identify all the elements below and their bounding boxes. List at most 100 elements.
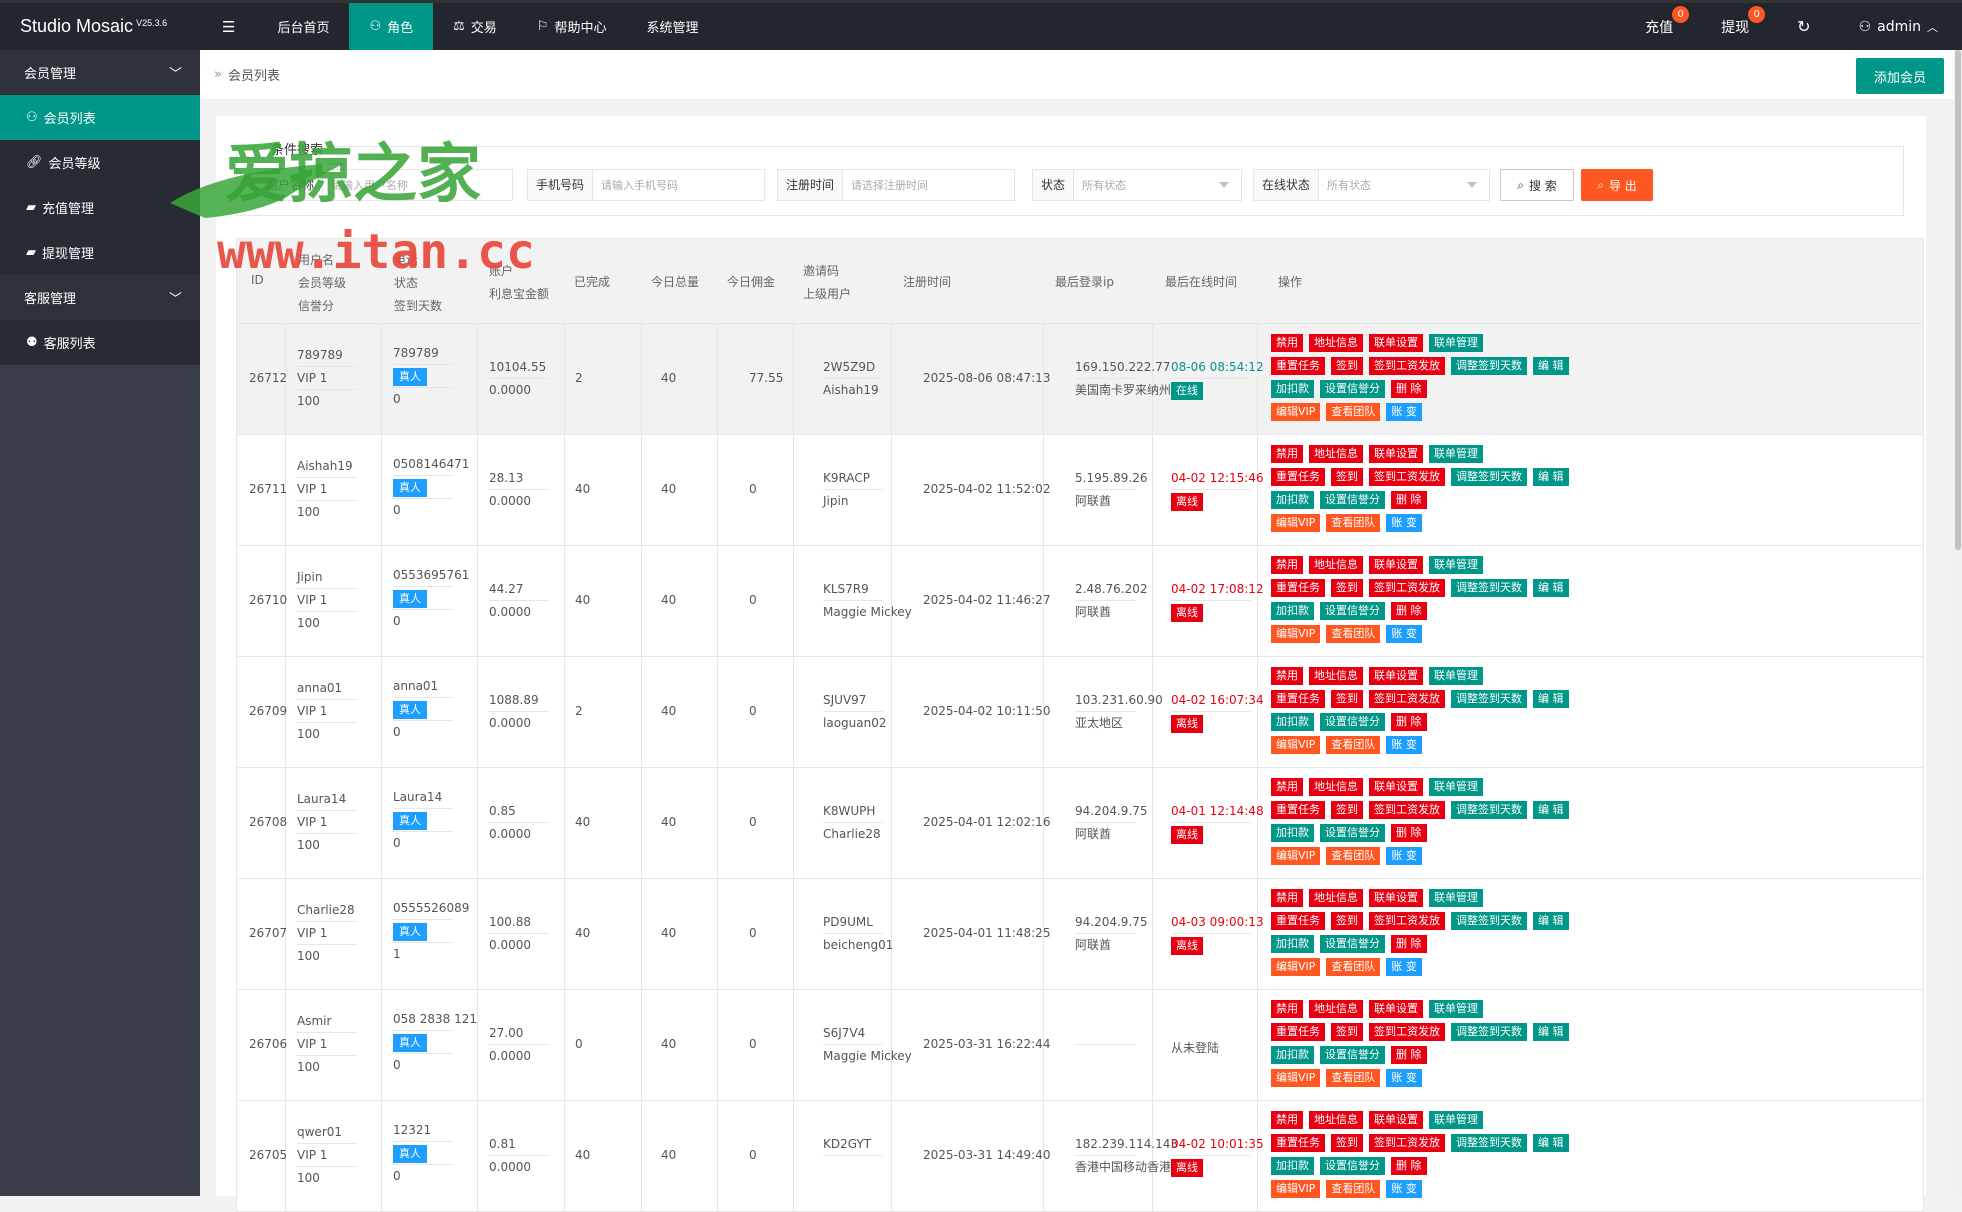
action-button[interactable]: 地址信息 [1309,667,1363,685]
action-button[interactable]: 签到 [1331,801,1363,819]
action-button[interactable]: 设置信誉分 [1320,824,1385,842]
action-button[interactable]: 禁用 [1271,667,1303,685]
action-button[interactable]: 编辑VIP [1271,1069,1321,1087]
action-button[interactable]: 账 变 [1386,1069,1422,1087]
action-button[interactable]: 编 辑 [1533,579,1569,597]
action-button[interactable]: 账 变 [1386,958,1422,976]
action-button[interactable]: 删 除 [1391,491,1427,509]
action-button[interactable]: 联单管理 [1429,556,1483,574]
action-button[interactable]: 联单管理 [1429,334,1483,352]
action-button[interactable]: 编辑VIP [1271,403,1321,421]
action-button[interactable]: 调整签到天数 [1451,1134,1527,1152]
action-button[interactable]: 联单设置 [1369,334,1423,352]
phone-input[interactable]: 请输入手机号码 [593,177,764,193]
export-button[interactable]: ⌕ 导 出 [1581,169,1653,201]
action-button[interactable]: 查看团队 [1326,958,1381,976]
action-button[interactable]: 编辑VIP [1271,958,1321,976]
action-button[interactable]: 签到 [1331,468,1363,486]
action-button[interactable]: 禁用 [1271,334,1303,352]
sidebar-group-service[interactable]: 客服管理 ﹀ [0,275,200,320]
action-button[interactable]: 重置任务 [1271,1134,1325,1152]
action-button[interactable]: 签到 [1331,912,1363,930]
action-button[interactable]: 删 除 [1391,1157,1427,1175]
username-input[interactable]: 请输入用户名称 [323,177,512,193]
action-button[interactable]: 重置任务 [1271,912,1325,930]
nav-help[interactable]: ⚐ 帮助中心 [517,3,627,50]
action-button[interactable]: 加扣款 [1271,1046,1314,1064]
action-button[interactable]: 联单设置 [1369,889,1423,907]
action-button[interactable]: 签到工资发放 [1369,912,1445,930]
action-button[interactable]: 地址信息 [1309,778,1363,796]
action-button[interactable]: 调整签到天数 [1451,1023,1527,1041]
action-button[interactable]: 编辑VIP [1271,847,1321,865]
action-button[interactable]: 签到工资发放 [1369,468,1445,486]
sidebar-item-withdraw[interactable]: ▰ 提现管理 [0,230,200,275]
action-button[interactable]: 签到 [1331,579,1363,597]
action-button[interactable]: 联单设置 [1369,778,1423,796]
action-button[interactable]: 地址信息 [1309,1000,1363,1018]
action-button[interactable]: 签到工资发放 [1369,1134,1445,1152]
nav-home[interactable]: 后台首页 [257,3,349,50]
action-button[interactable]: 删 除 [1391,824,1427,842]
sidebar-item-service-list[interactable]: ⚉ 客服列表 [0,320,200,365]
action-button[interactable]: 禁用 [1271,1111,1303,1129]
action-button[interactable]: 账 变 [1386,625,1422,643]
online-filter[interactable]: 在线状态 所有状态 [1253,169,1490,201]
action-button[interactable]: 编辑VIP [1271,514,1321,532]
action-button[interactable]: 调整签到天数 [1451,690,1527,708]
action-button[interactable]: 编 辑 [1533,357,1569,375]
action-button[interactable]: 加扣款 [1271,602,1314,620]
nav-role[interactable]: ⚇ 角色 [349,3,434,50]
action-button[interactable]: 加扣款 [1271,935,1314,953]
action-button[interactable]: 联单管理 [1429,778,1483,796]
action-button[interactable]: 加扣款 [1271,380,1314,398]
action-button[interactable]: 查看团队 [1326,847,1381,865]
action-button[interactable]: 签到工资发放 [1369,357,1445,375]
nav-system[interactable]: 系统管理 [626,3,718,50]
action-button[interactable]: 调整签到天数 [1451,357,1527,375]
action-button[interactable]: 加扣款 [1271,491,1314,509]
add-member-button[interactable]: 添加会员 [1855,58,1944,94]
status-filter[interactable]: 状态 所有状态 [1032,169,1242,201]
action-button[interactable]: 地址信息 [1309,1111,1363,1129]
action-button[interactable]: 地址信息 [1309,334,1363,352]
action-button[interactable]: 签到 [1331,1134,1363,1152]
action-button[interactable]: 禁用 [1271,889,1303,907]
action-button[interactable]: 编辑VIP [1271,625,1321,643]
action-button[interactable]: 联单管理 [1429,889,1483,907]
search-button[interactable]: ⌕ 搜 索 [1500,169,1574,201]
action-button[interactable]: 设置信誉分 [1320,713,1385,731]
action-button[interactable]: 设置信誉分 [1320,602,1385,620]
sidebar-item-member-list[interactable]: ⚇ 会员列表 [0,95,200,140]
action-button[interactable]: 重置任务 [1271,468,1325,486]
action-button[interactable]: 加扣款 [1271,824,1314,842]
action-button[interactable]: 联单管理 [1429,1000,1483,1018]
action-button[interactable]: 联单管理 [1429,1111,1483,1129]
action-button[interactable]: 删 除 [1391,380,1427,398]
user-menu[interactable]: ⚇ admin ︿ [1835,3,1962,50]
action-button[interactable]: 删 除 [1391,713,1427,731]
recharge-button[interactable]: 充值 0 [1621,3,1697,50]
action-button[interactable]: 联单管理 [1429,445,1483,463]
action-button[interactable]: 编 辑 [1533,801,1569,819]
withdraw-button[interactable]: 提现 0 [1697,3,1773,50]
page-scrollbar[interactable] [1954,50,1962,1196]
action-button[interactable]: 账 变 [1386,847,1422,865]
action-button[interactable]: 查看团队 [1326,625,1381,643]
action-button[interactable]: 加扣款 [1271,1157,1314,1175]
action-button[interactable]: 禁用 [1271,778,1303,796]
action-button[interactable]: 重置任务 [1271,1023,1325,1041]
action-button[interactable]: 签到工资发放 [1369,1023,1445,1041]
action-button[interactable]: 设置信誉分 [1320,1046,1385,1064]
sidebar-group-members[interactable]: 会员管理 ﹀ [0,50,200,95]
action-button[interactable]: 账 变 [1386,403,1422,421]
action-button[interactable]: 设置信誉分 [1320,1157,1385,1175]
action-button[interactable]: 地址信息 [1309,889,1363,907]
action-button[interactable]: 签到工资发放 [1369,690,1445,708]
action-button[interactable]: 禁用 [1271,1000,1303,1018]
action-button[interactable]: 删 除 [1391,1046,1427,1064]
action-button[interactable]: 调整签到天数 [1451,912,1527,930]
action-button[interactable]: 重置任务 [1271,579,1325,597]
action-button[interactable]: 设置信誉分 [1320,491,1385,509]
action-button[interactable]: 联单设置 [1369,556,1423,574]
